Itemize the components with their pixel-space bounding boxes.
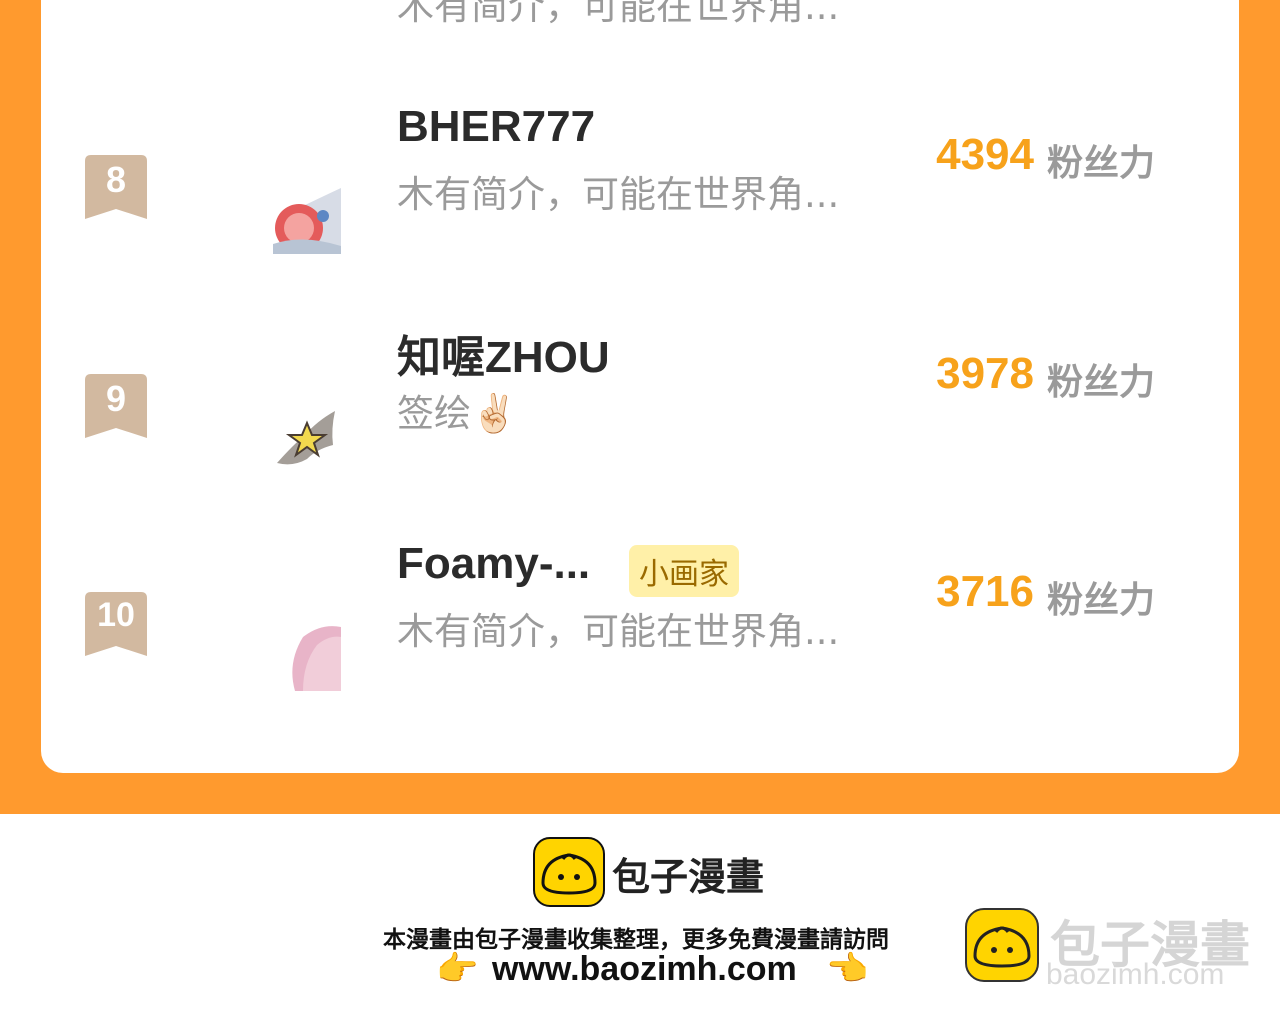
leaderboard-card: 木有简介，可能在世界角... 8 BHER777 木有简介，可能在世界角... … — [41, 0, 1239, 773]
fan-score-unit: 粉丝力 — [1047, 580, 1156, 621]
baozi-bun-icon — [533, 837, 605, 907]
user-name[interactable]: Foamy-... — [397, 539, 590, 589]
leaderboard-row[interactable]: 8 BHER777 木有简介，可能在世界角... 4394 粉丝力 — [41, 102, 1239, 280]
fan-score: 4394 — [936, 130, 1034, 179]
fan-score: 3716 — [936, 567, 1034, 616]
rank-badge: 9 — [85, 374, 147, 438]
footer-brand: 包子漫畫 — [612, 855, 765, 899]
rank-number: 9 — [105, 378, 127, 419]
artist-badge: 小画家 — [629, 545, 739, 597]
user-description: 木有简介，可能在世界角... — [397, 173, 840, 216]
avatar[interactable] — [273, 623, 341, 691]
leaderboard-row[interactable]: 10 Foamy-... 小画家 木有简介，可能在世界角... 3716 粉丝力 — [41, 539, 1239, 717]
pointing-right-icon: 👉 — [436, 949, 479, 989]
user-name[interactable]: 知喔ZHOU — [397, 321, 610, 385]
rank-number: 8 — [105, 159, 127, 200]
avatar[interactable] — [273, 405, 341, 473]
footer-url-link[interactable]: www.baozimh.com — [492, 950, 797, 989]
watermark-url: baozimh.com — [1046, 958, 1225, 991]
pointing-left-icon: 👈 — [826, 949, 869, 989]
user-name[interactable]: BHER777 — [397, 102, 595, 152]
fan-score-unit: 粉丝力 — [1047, 143, 1156, 184]
leaderboard-row[interactable]: 9 知喔ZHOU 签绘✌🏻 3978 粉丝力 — [41, 333, 1239, 499]
rank-number: 10 — [97, 596, 135, 634]
rank-badge: 8 — [85, 155, 147, 219]
user-description: 签绘✌🏻 — [397, 392, 518, 435]
baozi-bun-watermark-icon — [965, 908, 1039, 982]
fan-score-unit: 粉丝力 — [1047, 362, 1156, 403]
partial-row-description: 木有简介，可能在世界角... — [397, 0, 840, 28]
avatar[interactable] — [273, 186, 341, 254]
rank-badge: 10 — [85, 592, 147, 656]
fan-score: 3978 — [936, 349, 1034, 398]
user-description: 木有简介，可能在世界角... — [397, 610, 840, 653]
